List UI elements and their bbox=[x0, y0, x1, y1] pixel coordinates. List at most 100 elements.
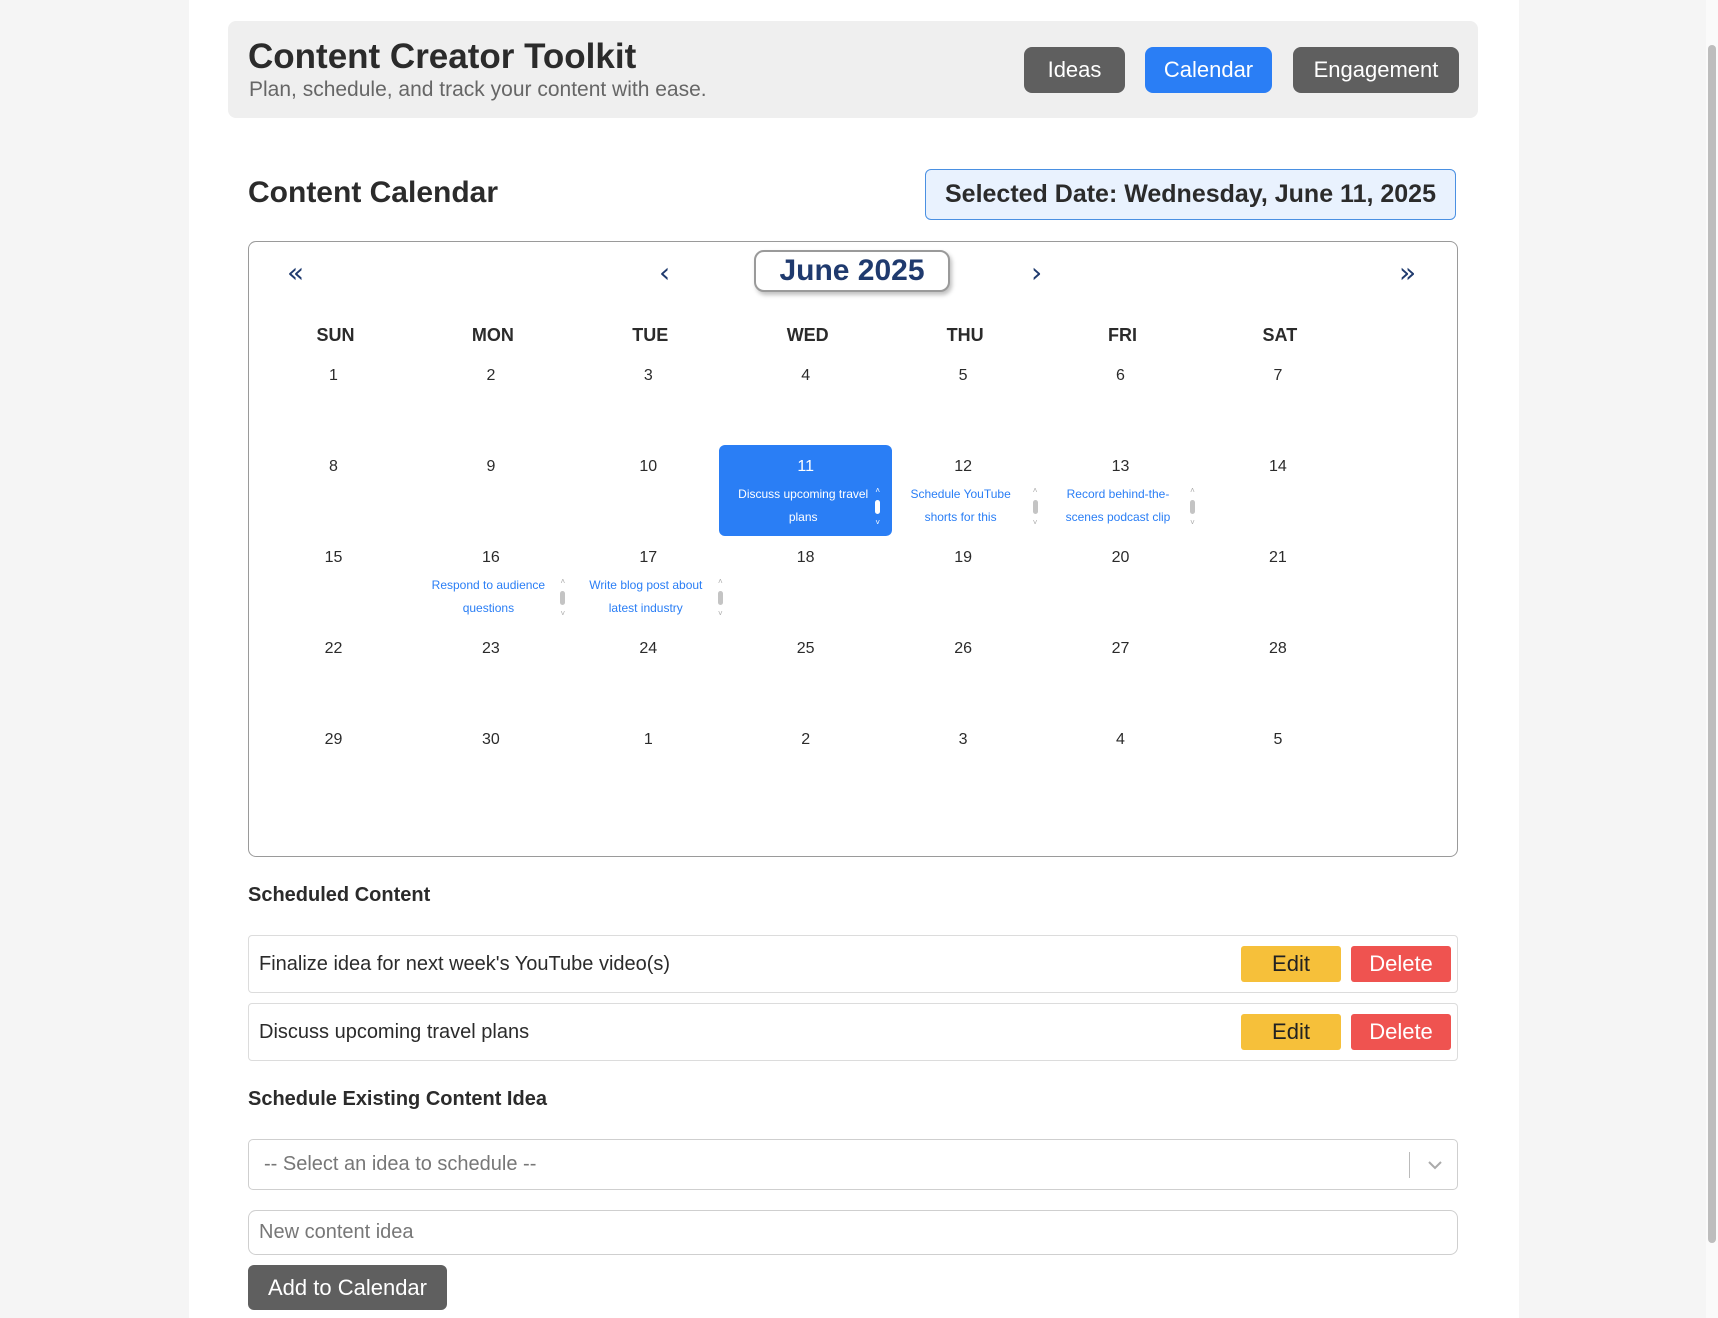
edit-button[interactable]: Edit bbox=[1241, 946, 1341, 982]
scheduled-item-text: Finalize idea for next week's YouTube vi… bbox=[259, 952, 671, 975]
day-number: 26 bbox=[954, 640, 972, 657]
new-idea-input[interactable] bbox=[248, 1210, 1458, 1255]
page-scrollbar[interactable] bbox=[1706, 0, 1718, 1318]
day-number: 1 bbox=[329, 367, 338, 384]
day-cell[interactable]: 1 bbox=[247, 354, 420, 445]
day-event-text[interactable]: Schedule YouTube shorts for this bbox=[895, 483, 1027, 529]
day-number: 15 bbox=[324, 549, 343, 566]
day-number: 3 bbox=[958, 731, 968, 748]
day-number: 2 bbox=[801, 731, 811, 748]
day-cell[interactable]: 16 Respond to audience questions ˄ ˅ bbox=[404, 536, 577, 627]
day-number: 16 bbox=[481, 549, 500, 566]
delete-button[interactable]: Delete bbox=[1351, 1014, 1451, 1050]
day-cell[interactable]: 5 bbox=[877, 354, 1050, 445]
day-cell[interactable]: 8 bbox=[247, 445, 420, 536]
prev-year-button[interactable]: « bbox=[287, 258, 304, 288]
day-cell[interactable]: 2 bbox=[719, 718, 892, 809]
day-number: 13 bbox=[1111, 458, 1130, 475]
day-event-text[interactable]: Write blog post about latest industry bbox=[580, 574, 712, 620]
day-number: 24 bbox=[639, 640, 658, 657]
day-number: 22 bbox=[324, 640, 343, 657]
day-number: 6 bbox=[1116, 367, 1125, 384]
day-cell[interactable]: 23 bbox=[404, 627, 577, 718]
page-container: Content Creator Toolkit Plan, schedule, … bbox=[189, 0, 1519, 1318]
select-divider bbox=[1409, 1152, 1410, 1178]
day-cell[interactable]: 27 bbox=[1034, 627, 1207, 718]
day-cell[interactable]: 28 bbox=[1191, 627, 1364, 718]
scheduled-item-text: Discuss upcoming travel plans bbox=[259, 1020, 530, 1043]
day-cell[interactable]: 20 bbox=[1034, 536, 1207, 627]
day-number: 14 bbox=[1268, 458, 1287, 475]
page-scrollbar-thumb[interactable] bbox=[1708, 45, 1716, 1243]
prev-month-button[interactable]: ‹ bbox=[659, 258, 670, 288]
day-cell[interactable]: 19 bbox=[877, 536, 1050, 627]
day-cell[interactable]: 9 bbox=[404, 445, 577, 536]
next-year-button[interactable]: » bbox=[1399, 258, 1416, 288]
edit-button[interactable]: Edit bbox=[1241, 1014, 1341, 1050]
app-title: Content Creator Toolkit bbox=[248, 37, 637, 76]
chevron-down-icon[interactable] bbox=[1417, 1140, 1453, 1189]
day-cell[interactable]: 25 bbox=[719, 627, 892, 718]
nav-engagement-button[interactable]: Engagement bbox=[1293, 47, 1459, 93]
day-cell[interactable]: 5 bbox=[1191, 718, 1364, 809]
day-cell[interactable]: 18 bbox=[719, 536, 892, 627]
day-number: 21 bbox=[1268, 549, 1287, 566]
day-number: 5 bbox=[958, 367, 968, 384]
day-cell[interactable]: 3 bbox=[877, 718, 1050, 809]
day-cell[interactable]: 30 bbox=[404, 718, 577, 809]
calendar-widget: « ‹ June 2025 › » SUN MON TUE WED THU FRI SAT 1… bbox=[248, 241, 1458, 857]
weekday-header: WED bbox=[786, 325, 829, 345]
day-cell[interactable]: 12 Schedule YouTube shorts for this ˄ ˅ bbox=[877, 445, 1050, 536]
day-cell[interactable]: 10 bbox=[562, 445, 735, 536]
month-label[interactable]: June 2025 bbox=[754, 250, 950, 292]
day-cell-selected[interactable]: 11 Discuss upcoming travel plans ˄ ˅ bbox=[719, 445, 893, 536]
day-number: 2 bbox=[486, 367, 496, 384]
day-cell[interactable]: 4 bbox=[1034, 718, 1207, 809]
day-number: 28 bbox=[1268, 640, 1287, 657]
day-number: 29 bbox=[324, 731, 343, 748]
day-number: 18 bbox=[796, 549, 815, 566]
day-cell[interactable]: 17 Write blog post about latest industry ˄… bbox=[562, 536, 735, 627]
day-cell[interactable]: 6 bbox=[1034, 354, 1207, 445]
next-month-button[interactable]: › bbox=[1031, 258, 1042, 288]
weekday-header: TUE bbox=[632, 325, 669, 345]
day-number: 27 bbox=[1111, 640, 1130, 657]
day-number: 30 bbox=[481, 731, 500, 748]
day-cell[interactable]: 3 bbox=[562, 354, 735, 445]
day-number: 8 bbox=[329, 458, 338, 475]
selected-date-display: Selected Date: Wednesday, June 11, 2025 bbox=[925, 169, 1456, 220]
day-cell[interactable]: 22 bbox=[247, 627, 420, 718]
day-event-text[interactable]: Discuss upcoming travel plans bbox=[737, 483, 869, 529]
delete-button[interactable]: Delete bbox=[1351, 946, 1451, 982]
day-number: 7 bbox=[1273, 367, 1283, 384]
nav-calendar-button[interactable]: Calendar bbox=[1145, 47, 1272, 93]
day-cell[interactable]: 15 bbox=[247, 536, 420, 627]
day-cell[interactable]: 1 bbox=[562, 718, 735, 809]
day-cell[interactable]: 24 bbox=[562, 627, 735, 718]
day-number: 20 bbox=[1111, 549, 1130, 566]
day-number: 9 bbox=[486, 458, 496, 475]
day-number: 11 bbox=[797, 458, 814, 475]
app-header: Content Creator Toolkit Plan, schedule, … bbox=[228, 21, 1478, 118]
weekday-header: SAT bbox=[1262, 325, 1298, 345]
add-to-calendar-button[interactable]: Add to Calendar bbox=[248, 1265, 447, 1310]
schedule-existing-title: Schedule Existing Content Idea bbox=[248, 1088, 547, 1110]
day-cell[interactable]: 2 bbox=[404, 354, 577, 445]
day-cell[interactable]: 7 bbox=[1191, 354, 1364, 445]
day-number: 3 bbox=[643, 367, 653, 384]
day-number: 1 bbox=[643, 731, 653, 748]
weekday-header: MON bbox=[471, 325, 514, 345]
day-cell[interactable]: 26 bbox=[877, 627, 1050, 718]
day-event-text[interactable]: Respond to audience questions bbox=[422, 574, 554, 620]
section-title: Content Calendar bbox=[248, 176, 499, 209]
day-cell[interactable]: 4 bbox=[719, 354, 892, 445]
day-number: 23 bbox=[481, 640, 500, 657]
day-cell[interactable]: 21 bbox=[1191, 536, 1364, 627]
day-event-text[interactable]: Record behind-the-scenes podcast clip bbox=[1052, 483, 1184, 529]
day-cell[interactable]: 29 bbox=[247, 718, 420, 809]
day-cell[interactable]: 14 bbox=[1191, 445, 1364, 536]
nav-ideas-button[interactable]: Ideas bbox=[1024, 47, 1125, 93]
weekday-header: SUN bbox=[316, 325, 355, 345]
idea-select[interactable]: -- Select an idea to schedule -- bbox=[248, 1139, 1458, 1190]
day-cell[interactable]: 13 Record behind-the-scenes podcast clip ˄… bbox=[1034, 445, 1207, 536]
